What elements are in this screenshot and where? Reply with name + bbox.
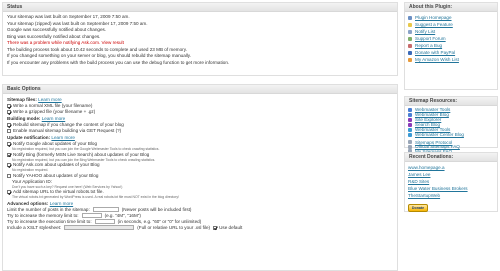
advanced-options-heading: Advanced options: Learn more: [7, 200, 393, 207]
update-notification-heading: Update notification: Learn more: [7, 134, 393, 141]
learn-more-link[interactable]: Learn more: [50, 201, 74, 206]
amazon-wishlist-link[interactable]: My Amazon Wish List: [405, 56, 497, 63]
bing-icon: [408, 132, 412, 137]
xslt-label: Include a XSLT stylesheet:: [7, 224, 62, 230]
doc-icon: [408, 140, 412, 145]
link-label[interactable]: Webmaster Center Blog: [415, 132, 464, 137]
google-icon: [408, 112, 412, 117]
yahoo-icon: [408, 117, 412, 122]
xslt-input[interactable]: [64, 225, 135, 230]
donor-link[interactable]: TheStartupWeb: [405, 192, 497, 199]
notify-bing-label: Notify Bing (formerly MSN Live Search) a…: [13, 151, 150, 157]
memory-limit-input[interactable]: [81, 213, 102, 218]
use-default-label: Use default: [219, 224, 243, 230]
notify-bing-checkbox[interactable]: [7, 152, 11, 157]
donor-label[interactable]: TheStartupWeb: [408, 193, 440, 198]
link-label[interactable]: Notify List: [415, 29, 435, 34]
link-label[interactable]: My Amazon Wish List: [415, 57, 459, 62]
google-icon: [408, 107, 412, 112]
basic-options-panel: Basic Options Sitemap files: Learn more …: [2, 84, 398, 271]
learn-more-link[interactable]: Learn more: [51, 135, 75, 140]
donor-link[interactable]: R&D Sites: [405, 178, 497, 185]
donor-label[interactable]: R&D Sites: [408, 179, 429, 184]
plugin-homepage-link[interactable]: Plugin Homepage: [405, 14, 497, 21]
learn-more-link[interactable]: Learn more: [42, 116, 66, 121]
learn-more-link[interactable]: Learn more: [38, 97, 62, 102]
paypal-donate-button[interactable]: Donate: [408, 204, 428, 212]
lightbulb-icon: [408, 22, 412, 27]
link-label[interactable]: Plugin Homepage: [415, 15, 452, 20]
app-id-label: Your Application ID:: [12, 178, 52, 184]
sitemap-files-label: Sitemap files:: [7, 97, 37, 102]
resources-link-list: Webmaster Tools Webmaster Blog Site Expl…: [405, 106, 497, 154]
sitemap-files-heading: Sitemap files: Learn more: [7, 96, 393, 103]
status-line[interactable]: If you encounter any problems with the b…: [3, 60, 397, 67]
write-gzip-checkbox[interactable]: [7, 110, 11, 114]
about-link-list: Plugin Homepage Suggest a Feature Notify…: [405, 12, 497, 63]
recent-donations-title: Recent Donations:: [405, 153, 497, 162]
manual-build-checkbox[interactable]: [7, 129, 11, 133]
bing-icon: [408, 127, 412, 132]
donor-link[interactable]: James Lee: [405, 171, 497, 178]
donate-paypal-link[interactable]: Donate with PayPal: [405, 49, 497, 56]
add-robots-checkbox[interactable]: [7, 190, 11, 194]
link-label[interactable]: Support Forum: [415, 36, 446, 41]
building-mode-label: Building mode:: [7, 116, 41, 121]
sitemap-resources-title: Sitemap Resources:: [405, 97, 497, 106]
notify-ask-checkbox[interactable]: [7, 163, 11, 167]
suggest-feature-link[interactable]: Suggest a Feature: [405, 21, 497, 28]
donor-label[interactable]: www.homepage.a: [408, 165, 445, 170]
limit-posts-input[interactable]: [92, 207, 119, 212]
notify-yahoo-checkbox[interactable]: [7, 173, 11, 178]
use-default-checkbox[interactable]: [213, 225, 218, 230]
mail-icon: [408, 29, 412, 34]
status-panel: Status Your sitemap was last built on Se…: [2, 2, 398, 76]
update-notification-label: Update notification:: [7, 135, 51, 140]
xslt-hint: (Full or relative URL to your .xsl file): [137, 224, 211, 230]
donor-label[interactable]: Blue Water Business Brokers: [408, 186, 468, 191]
link-label[interactable]: Report a Bug: [415, 43, 442, 48]
about-plugin-title: About this Plugin:: [405, 3, 497, 12]
donor-label[interactable]: James Lee: [408, 172, 430, 177]
xslt-row: Include a XSLT stylesheet: (Full or rela…: [7, 225, 393, 231]
about-plugin-panel: About this Plugin: Plugin Homepage Sugge…: [404, 2, 498, 90]
donor-link[interactable]: www.homepage.a: [405, 164, 497, 171]
recent-donations-panel: Recent Donations: www.homepage.a James L…: [404, 152, 498, 212]
status-lines: Your sitemap was last built on September…: [3, 12, 397, 66]
link-label[interactable]: Suggest a Feature: [415, 22, 453, 27]
donations-list: www.homepage.a James Lee R&D Sites Blue …: [405, 162, 497, 212]
bug-icon: [408, 43, 412, 48]
donor-link[interactable]: Blue Water Business Brokers: [405, 185, 497, 192]
advanced-options-label: Advanced options:: [7, 200, 49, 206]
amazon-icon: [408, 57, 412, 62]
link-label[interactable]: Donate with PayPal: [415, 50, 455, 55]
paypal-icon: [408, 50, 412, 55]
yahoo-icon: [408, 122, 412, 127]
sitemap-resources-panel: Sitemap Resources: Webmaster Tools Webma…: [404, 96, 498, 154]
report-bug-link[interactable]: Report a Bug: [405, 42, 497, 49]
write-xml-checkbox[interactable]: [7, 104, 11, 108]
doc-icon: [408, 144, 412, 149]
notify-google-checkbox[interactable]: [7, 142, 11, 146]
notify-list-link[interactable]: Notify List: [405, 28, 497, 35]
forum-icon: [408, 36, 412, 41]
basic-options-title: Basic Options: [3, 85, 397, 94]
rebuild-checkbox[interactable]: [7, 123, 11, 127]
building-mode-heading: Building mode: Learn more: [7, 115, 393, 122]
home-icon: [408, 15, 412, 20]
support-forum-link[interactable]: Support Forum: [405, 35, 497, 42]
exec-time-input[interactable]: [94, 219, 115, 224]
status-panel-title: Status: [3, 3, 397, 12]
